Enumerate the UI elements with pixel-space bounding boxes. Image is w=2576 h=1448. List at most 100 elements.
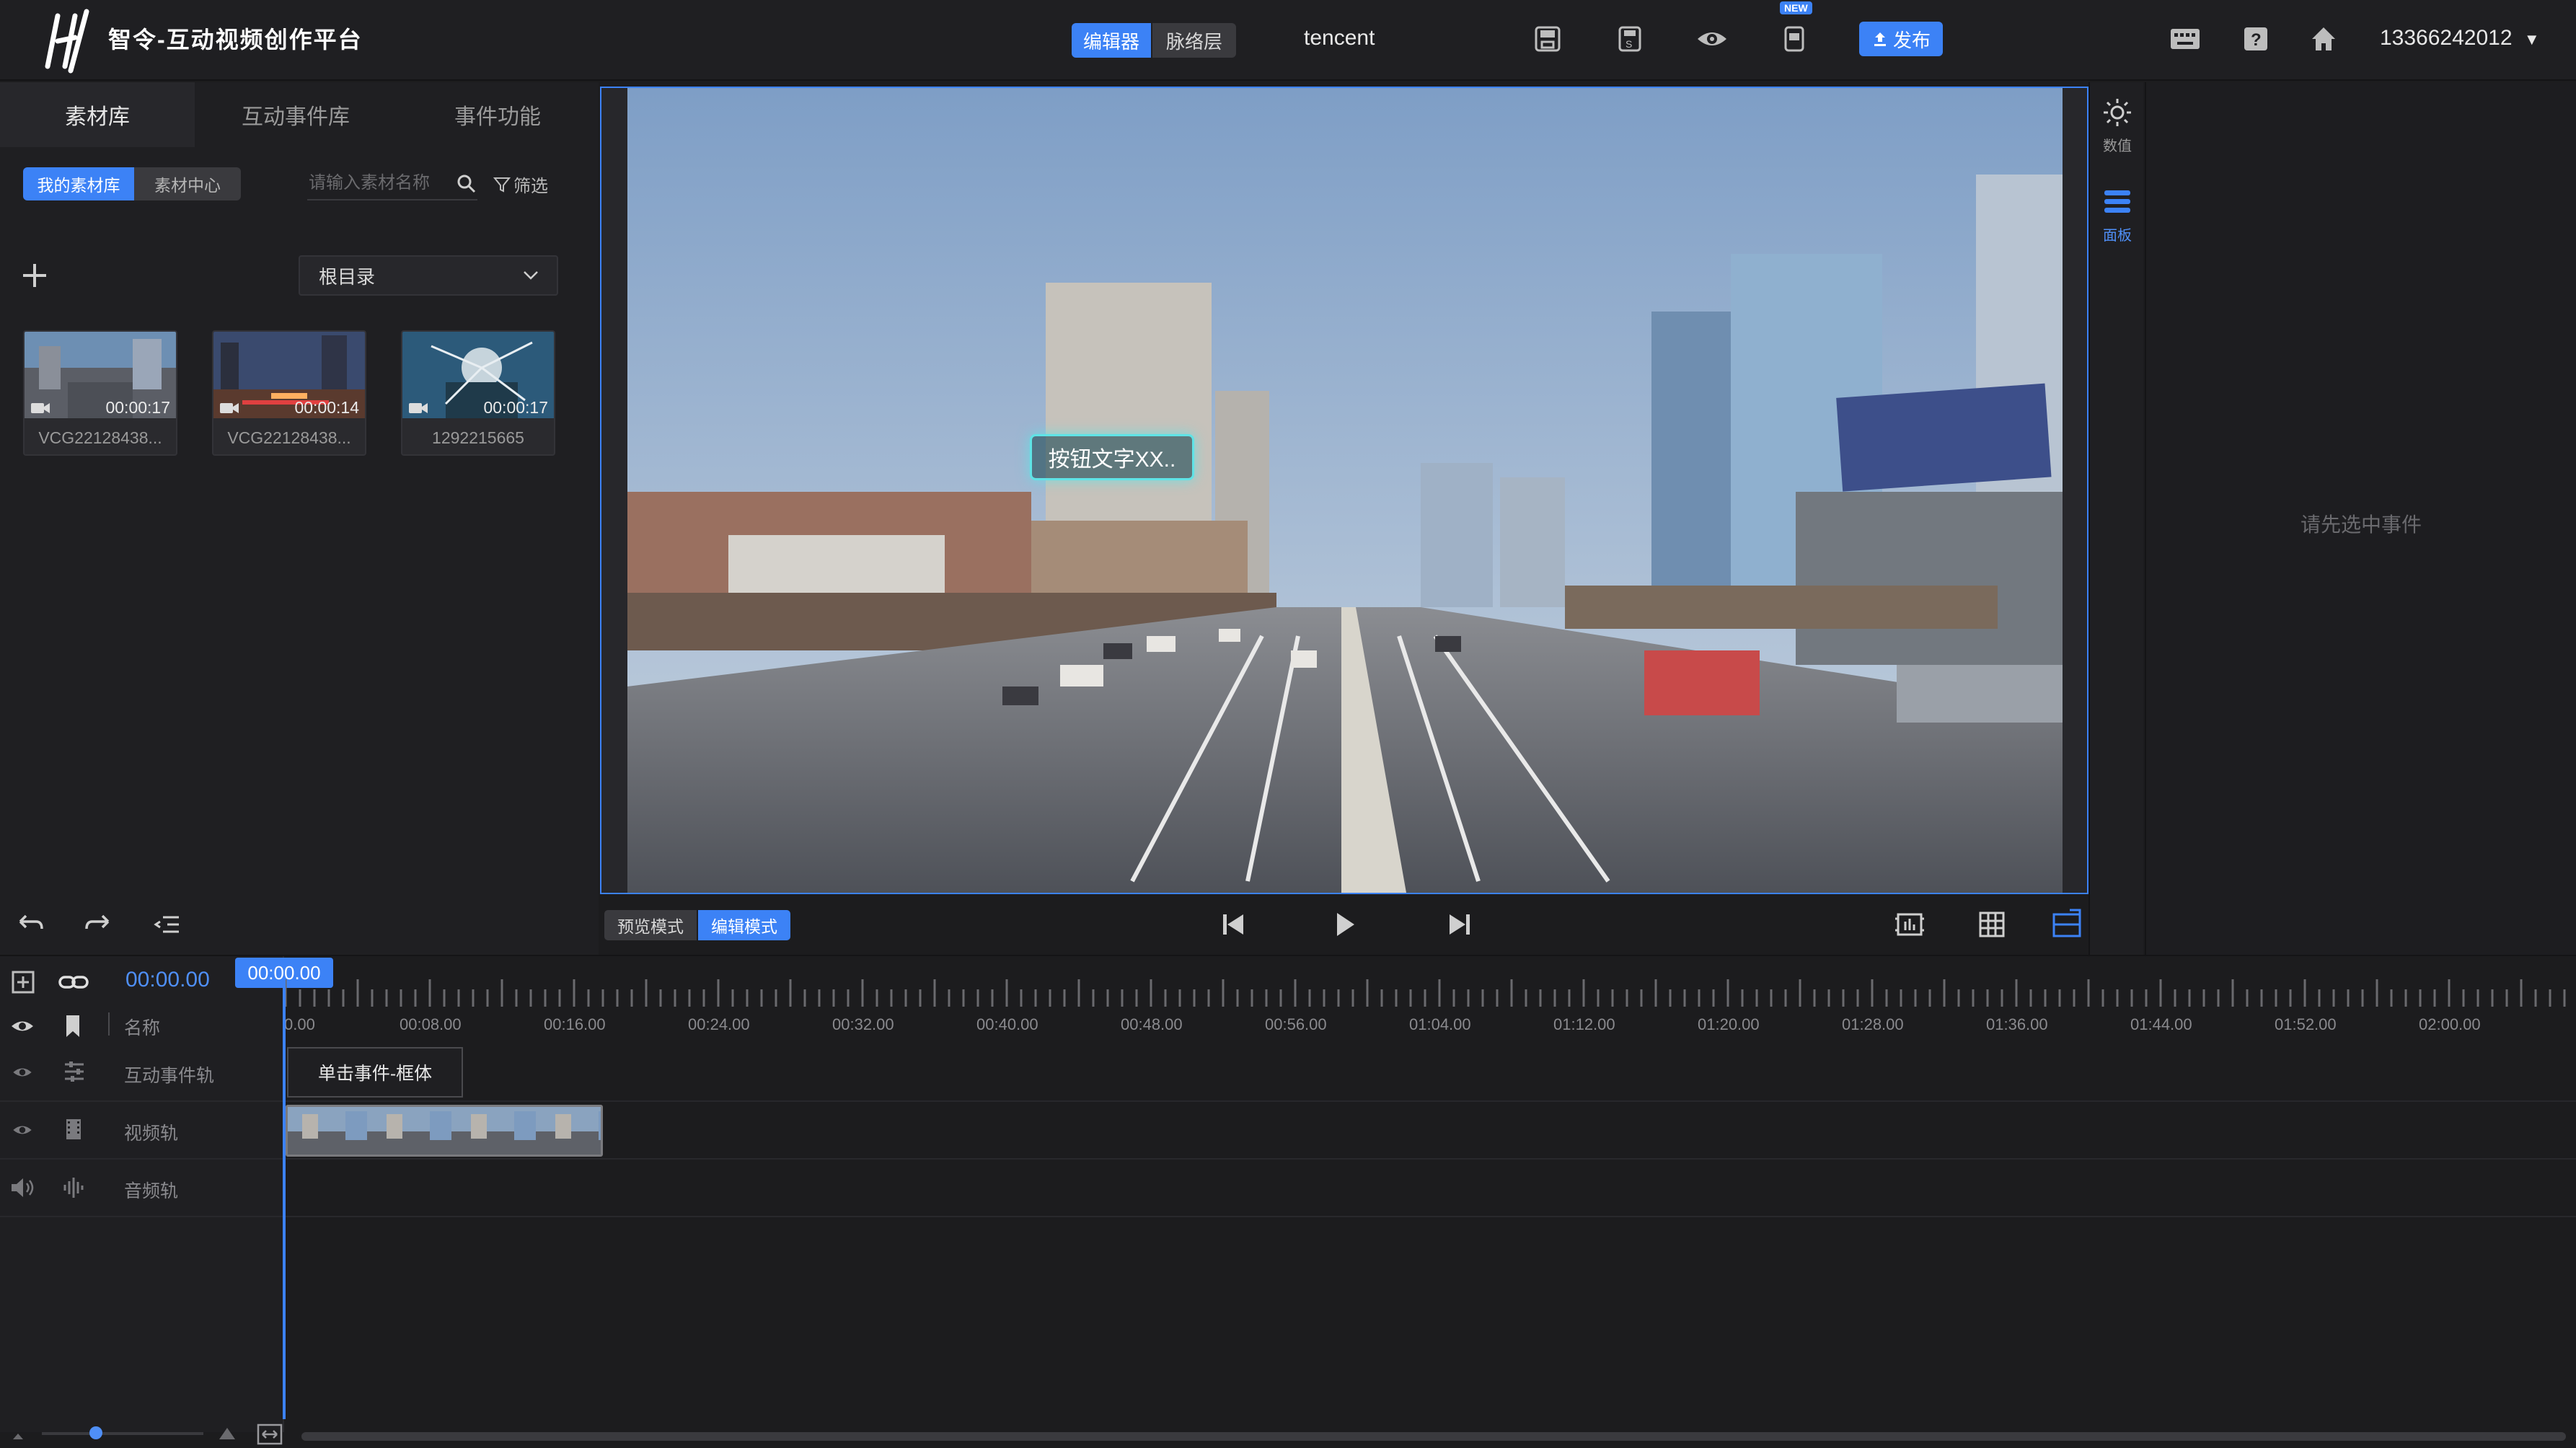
video-icon xyxy=(409,403,428,413)
event-track-icon xyxy=(65,1061,84,1082)
tick-label: 01:44.00 xyxy=(2130,1015,2192,1033)
grid-icon[interactable] xyxy=(1975,907,2009,942)
zoom-in-icon[interactable] xyxy=(218,1425,237,1441)
asset-name: VCG22128438... xyxy=(38,428,162,447)
layout-icon[interactable] xyxy=(2050,907,2084,942)
keyboard-icon[interactable] xyxy=(2168,22,2202,56)
link-icon[interactable] xyxy=(58,969,89,995)
redo-icon[interactable] xyxy=(81,907,115,942)
svg-text:S: S xyxy=(1626,38,1632,50)
preview-video-frame xyxy=(627,88,2063,893)
current-time: 00:00.00 xyxy=(125,968,210,992)
tick-label: 01:20.00 xyxy=(1698,1015,1760,1033)
add-track-icon[interactable] xyxy=(10,969,36,995)
filter-button[interactable]: 筛选 xyxy=(493,172,548,197)
zoom-slider-handle[interactable] xyxy=(89,1426,102,1439)
property-sidebar: 数值 面板 xyxy=(2088,82,2143,955)
track-name: 互动事件轨 xyxy=(124,1066,215,1086)
track-name: 视频轨 xyxy=(124,1123,179,1144)
tick-label: 0.00 xyxy=(284,1015,315,1033)
tick-label: 00:40.00 xyxy=(976,1015,1038,1033)
asset-duration: 00:00:17 xyxy=(483,398,548,417)
skip-next-icon[interactable] xyxy=(1442,907,1477,942)
tick-label: 01:36.00 xyxy=(1986,1015,2048,1033)
tick-label: 02:00.00 xyxy=(2419,1015,2481,1033)
clip-frame xyxy=(541,1107,601,1155)
project-name[interactable]: tencent xyxy=(1304,26,1375,50)
tick-label: 00:08.00 xyxy=(400,1015,462,1033)
undo-icon[interactable] xyxy=(13,907,48,942)
saved-file-icon[interactable]: S xyxy=(1613,22,1647,56)
edit-mode-toggle[interactable]: 编辑模式 xyxy=(698,910,790,940)
search-icon[interactable] xyxy=(456,173,477,195)
tick-label: 01:04.00 xyxy=(1409,1015,1471,1033)
interactive-overlay-button[interactable]: 按钮文字XX.. xyxy=(1030,434,1194,480)
mobile-preview-icon[interactable] xyxy=(1777,22,1812,56)
track-row-audio xyxy=(0,1160,2576,1217)
asset-name: 1292215665 xyxy=(432,428,524,447)
asset-card[interactable]: 00:00:14 VCG22128438... xyxy=(212,330,366,456)
tick-label: 00:32.00 xyxy=(832,1015,894,1033)
playhead[interactable] xyxy=(283,986,286,1419)
svg-text:?: ? xyxy=(2251,30,2262,50)
eye-icon[interactable] xyxy=(12,1064,33,1080)
play-icon[interactable] xyxy=(1327,907,1362,942)
asset-card[interactable]: 00:00:17 1292215665 xyxy=(401,330,555,456)
app-title: 智令-互动视频创作平台 xyxy=(108,27,363,53)
upload-icon xyxy=(1874,32,1886,46)
asset-search-input[interactable] xyxy=(307,167,477,200)
event-clip[interactable]: 单击事件-框体 xyxy=(287,1047,463,1098)
my-library-toggle[interactable]: 我的素材库 xyxy=(23,167,134,200)
home-icon[interactable] xyxy=(2306,22,2341,56)
caret-down-icon: ▼ xyxy=(2523,30,2540,48)
gear-icon[interactable] xyxy=(2101,97,2133,128)
clip-frame xyxy=(288,1107,372,1155)
eye-icon[interactable] xyxy=(12,1122,33,1138)
new-badge: NEW xyxy=(1780,1,1812,14)
tick-label: 01:28.00 xyxy=(1842,1015,1904,1033)
asset-card[interactable]: 00:00:17 VCG22128438... xyxy=(23,330,177,456)
tab-event-library[interactable]: 互动事件库 xyxy=(195,82,397,147)
preview-eye-icon[interactable] xyxy=(1695,22,1729,56)
history-list-icon[interactable] xyxy=(150,907,185,942)
value-label[interactable]: 数值 xyxy=(2090,134,2145,155)
skip-previous-icon[interactable] xyxy=(1216,907,1250,942)
fit-timeline-icon[interactable] xyxy=(257,1423,283,1445)
user-account-menu[interactable]: 13366242012 ▼ xyxy=(2380,26,2540,50)
logo-icon xyxy=(45,9,89,74)
help-icon[interactable]: ? xyxy=(2238,22,2273,56)
asset-duration: 00:00:14 xyxy=(294,398,359,417)
preview-mode-toggle[interactable]: 预览模式 xyxy=(604,910,697,940)
tab-network-layer[interactable]: 脉络层 xyxy=(1152,23,1236,58)
audio-track-icon xyxy=(63,1178,84,1198)
fit-frame-icon[interactable] xyxy=(1892,907,1927,942)
track-name: 音频轨 xyxy=(124,1181,179,1201)
tick-label: 01:52.00 xyxy=(2275,1015,2337,1033)
time-ruler[interactable] xyxy=(286,972,2576,1007)
tick-label: 00:16.00 xyxy=(544,1015,606,1033)
tab-asset-library[interactable]: 素材库 xyxy=(0,82,195,147)
panel-list-icon[interactable] xyxy=(2101,187,2133,216)
tab-editor[interactable]: 编辑器 xyxy=(1072,23,1151,58)
add-icon[interactable] xyxy=(19,260,50,291)
bookmark-icon[interactable] xyxy=(63,1014,82,1038)
video-icon xyxy=(220,403,239,413)
folder-select[interactable]: 根目录 xyxy=(299,255,558,296)
filter-label: 筛选 xyxy=(513,177,548,196)
video-track-icon xyxy=(66,1119,81,1139)
eye-icon[interactable] xyxy=(10,1017,35,1036)
publish-button[interactable]: 发布 xyxy=(1859,22,1943,56)
account-name: 13366242012 xyxy=(2380,26,2513,50)
name-column-header: 名称 xyxy=(124,1018,161,1038)
zoom-slider[interactable] xyxy=(42,1432,203,1435)
save-icon[interactable] xyxy=(1530,22,1565,56)
video-clip[interactable] xyxy=(286,1105,603,1157)
speaker-icon[interactable] xyxy=(10,1177,35,1198)
panel-label[interactable]: 面板 xyxy=(2090,224,2145,244)
zoom-out-icon[interactable] xyxy=(12,1428,25,1441)
tick-label: 00:48.00 xyxy=(1121,1015,1183,1033)
tab-event-functions[interactable]: 事件功能 xyxy=(397,82,599,147)
timeline-scrollbar[interactable] xyxy=(301,1432,2566,1441)
asset-duration: 00:00:17 xyxy=(105,398,170,417)
asset-center-toggle[interactable]: 素材中心 xyxy=(134,167,241,200)
